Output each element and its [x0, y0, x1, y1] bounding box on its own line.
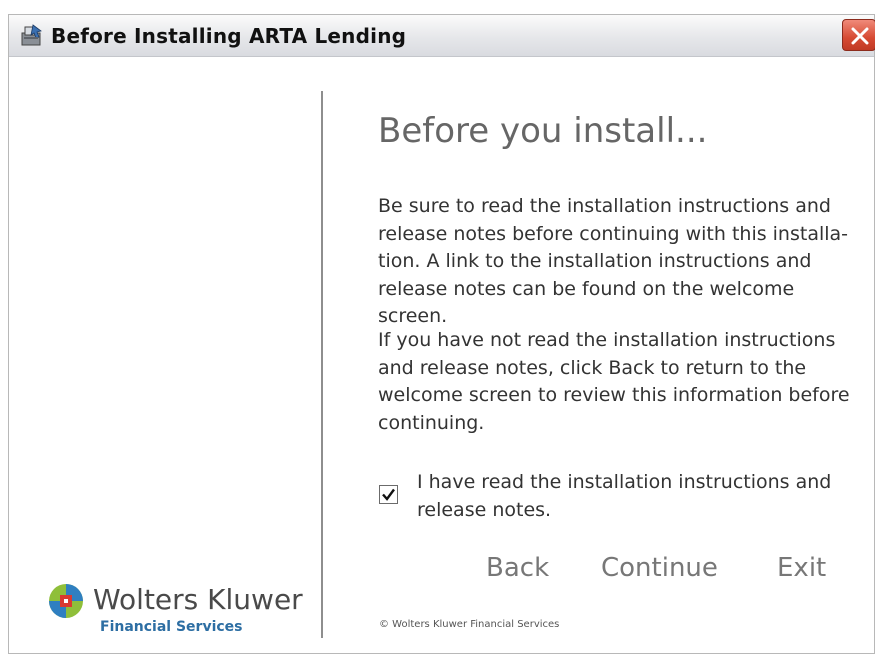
continue-button[interactable]: Continue: [601, 553, 718, 583]
installer-window: Before Installing ARTA Lending Before yo…: [8, 14, 875, 654]
close-icon: [851, 27, 869, 45]
page-heading: Before you install...: [378, 111, 708, 151]
installer-app-icon: [21, 24, 42, 46]
brand-subtitle: Financial Services: [100, 619, 243, 635]
panel-divider: [321, 91, 323, 638]
wolters-kluwer-logo-icon: [49, 584, 83, 618]
back-button[interactable]: Back: [486, 553, 549, 583]
title-bar: Before Installing ARTA Lending: [9, 15, 875, 57]
window-title: Before Installing ARTA Lending: [51, 24, 407, 48]
read-confirm-checkbox[interactable]: [379, 485, 398, 504]
copyright-text: © Wolters Kluwer Financial Services: [379, 619, 560, 630]
exit-button[interactable]: Exit: [777, 553, 826, 583]
brand-name: Wolters Kluwer: [93, 583, 303, 616]
read-confirm-label: I have read the installation instruction…: [417, 471, 832, 521]
checkmark-icon: [382, 488, 395, 501]
back-notice-paragraph: If you have not read the installation in…: [378, 329, 850, 434]
close-button[interactable]: [842, 19, 875, 51]
instructions-paragraph: Be sure to read the installation instruc…: [378, 195, 849, 327]
